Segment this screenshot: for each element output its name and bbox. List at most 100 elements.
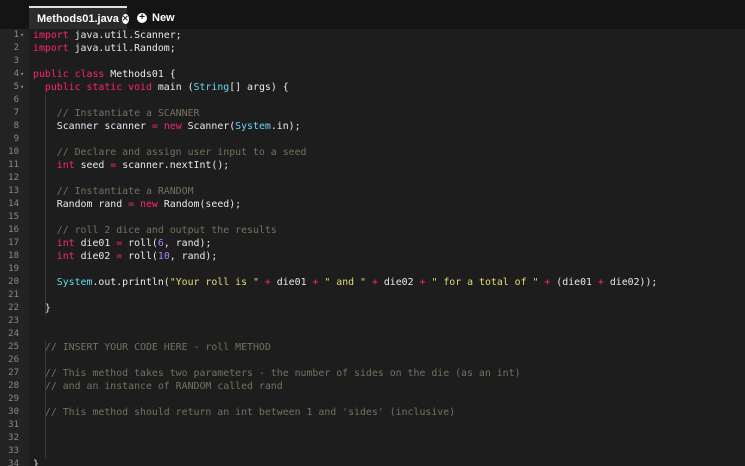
code-text: public class Methods01 { <box>33 69 176 80</box>
code-text: int die01 = roll(6, rand); <box>56 238 212 249</box>
line-number: 8 <box>13 121 19 131</box>
line-number: 22 <box>8 303 19 313</box>
indent-guide <box>45 341 46 458</box>
code-line[interactable]: 10 // Declare and assign user input to a… <box>0 146 745 159</box>
line-number: 4 <box>13 69 19 79</box>
line-number: 32 <box>8 433 19 443</box>
line-number: 17 <box>8 238 19 248</box>
tab-methods01-java[interactable]: Methods01.java ✕ <box>29 6 129 29</box>
code-line[interactable]: 26 <box>0 354 745 367</box>
code-line[interactable]: 18 int die02 = roll(10, rand); <box>0 250 745 263</box>
code-line[interactable]: 22 } <box>0 302 745 315</box>
code-line[interactable]: 7 // Instantiate a SCANNER <box>0 107 745 120</box>
code-text: System.out.println("Your roll is " + die… <box>56 277 658 288</box>
code-text: Scanner scanner = new Scanner(System.in)… <box>33 121 301 132</box>
code-text: // INSERT YOUR CODE HERE - roll METHOD <box>44 342 271 353</box>
line-number: 33 <box>8 446 19 456</box>
plus-icon: + <box>137 12 147 23</box>
line-number: 13 <box>8 186 19 196</box>
tab-label: Methods01.java <box>37 12 119 25</box>
line-number: 1 <box>13 30 19 40</box>
fold-arrow-icon[interactable]: ▾ <box>20 81 28 94</box>
line-number: 19 <box>8 264 19 274</box>
new-tab-button[interactable]: + New <box>129 6 183 29</box>
code-line[interactable]: 3 <box>0 55 745 68</box>
close-icon[interactable]: ✕ <box>121 13 129 24</box>
code-text: // This method takes two parameters - th… <box>44 368 521 379</box>
code-text: import java.util.Scanner; <box>33 30 182 41</box>
fold-arrow-icon[interactable]: ▾ <box>20 29 28 42</box>
line-number: 7 <box>13 108 19 118</box>
line-number: 31 <box>8 420 19 430</box>
code-line[interactable]: 9 <box>0 133 745 146</box>
code-text: int seed = scanner.nextInt(); <box>56 160 230 171</box>
code-line[interactable]: 32 <box>0 432 745 445</box>
line-number: 29 <box>8 394 19 404</box>
code-editor[interactable]: 1 ▾ import java.util.Scanner; 2 import java.… <box>0 29 745 466</box>
line-number: 34 <box>8 459 19 466</box>
line-number: 20 <box>8 277 19 287</box>
line-number: 24 <box>8 329 19 339</box>
code-line[interactable]: 15 <box>0 211 745 224</box>
code-text: // roll 2 dice and output the results <box>56 225 277 236</box>
line-number: 25 <box>8 342 19 352</box>
line-number: 27 <box>8 368 19 378</box>
code-line[interactable]: 31 <box>0 419 745 432</box>
code-line[interactable]: 28 // and an instance of RANDOM called r… <box>0 380 745 393</box>
code-line[interactable]: 12 <box>0 172 745 185</box>
code-text: // Declare and assign user input to a se… <box>56 147 307 158</box>
code-line[interactable]: 24 <box>0 328 745 341</box>
line-number: 3 <box>13 56 19 66</box>
code-text: Random rand = new Random(seed); <box>33 199 242 210</box>
code-text: } <box>33 303 51 314</box>
code-line[interactable]: 4 ▾ public class Methods01 { <box>0 68 745 81</box>
code-line[interactable]: 23 <box>0 315 745 328</box>
line-number: 5 <box>13 82 19 92</box>
line-number: 21 <box>8 290 19 300</box>
code-line[interactable]: 13 // Instantiate a RANDOM <box>0 185 745 198</box>
line-number: 14 <box>8 199 19 209</box>
line-number: 18 <box>8 251 19 261</box>
code-line[interactable]: 2 import java.util.Random; <box>0 42 745 55</box>
code-line[interactable]: 29 <box>0 393 745 406</box>
code-text: // and an instance of RANDOM called rand <box>44 381 283 392</box>
code-line[interactable]: 19 <box>0 263 745 276</box>
code-line[interactable]: 33 <box>0 445 745 458</box>
code-line[interactable]: 16 // roll 2 dice and output the results <box>0 224 745 237</box>
code-line[interactable]: 21 <box>0 289 745 302</box>
code-line[interactable]: 17 int die01 = roll(6, rand); <box>0 237 745 250</box>
code-text: // Instantiate a RANDOM <box>56 186 194 197</box>
line-number: 11 <box>8 160 19 170</box>
code-text: // This method should return an int betw… <box>44 407 456 418</box>
code-line[interactable]: 6 <box>0 94 745 107</box>
line-number: 23 <box>8 316 19 326</box>
code-line[interactable]: 34} <box>0 458 745 466</box>
line-number: 30 <box>8 407 19 417</box>
code-text: import java.util.Random; <box>33 43 176 54</box>
indent-guide <box>45 94 46 315</box>
line-number: 28 <box>8 381 19 391</box>
new-tab-label: New <box>152 11 175 24</box>
code-line[interactable]: 20 System.out.println("Your roll is " + … <box>0 276 745 289</box>
line-number: 16 <box>8 225 19 235</box>
code-line[interactable]: 11 int seed = scanner.nextInt(); <box>0 159 745 172</box>
code-text: // Instantiate a SCANNER <box>56 108 200 119</box>
line-number: 15 <box>8 212 19 222</box>
tab-bar: Methods01.java ✕ + New <box>0 0 745 29</box>
code-text: } <box>33 459 39 466</box>
fold-arrow-icon[interactable]: ▾ <box>20 68 28 81</box>
code-line[interactable]: 14 Random rand = new Random(seed); <box>0 198 745 211</box>
line-number: 26 <box>8 355 19 365</box>
code-text: int die02 = roll(10, rand); <box>56 251 218 262</box>
line-number: 9 <box>13 134 19 144</box>
code-line[interactable]: 8 Scanner scanner = new Scanner(System.i… <box>0 120 745 133</box>
line-number: 12 <box>8 173 19 183</box>
code-line[interactable]: 5 ▾ public static void main (String[] arg… <box>0 81 745 94</box>
code-line[interactable]: 30 // This method should return an int b… <box>0 406 745 419</box>
line-number: 10 <box>8 147 19 157</box>
code-text: public static void main (String[] args) … <box>44 82 289 93</box>
code-line[interactable]: 27 // This method takes two parameters -… <box>0 367 745 380</box>
code-line[interactable]: 1 ▾ import java.util.Scanner; <box>0 29 745 42</box>
line-number: 6 <box>13 95 19 105</box>
code-line[interactable]: 25 // INSERT YOUR CODE HERE - roll METHO… <box>0 341 745 354</box>
